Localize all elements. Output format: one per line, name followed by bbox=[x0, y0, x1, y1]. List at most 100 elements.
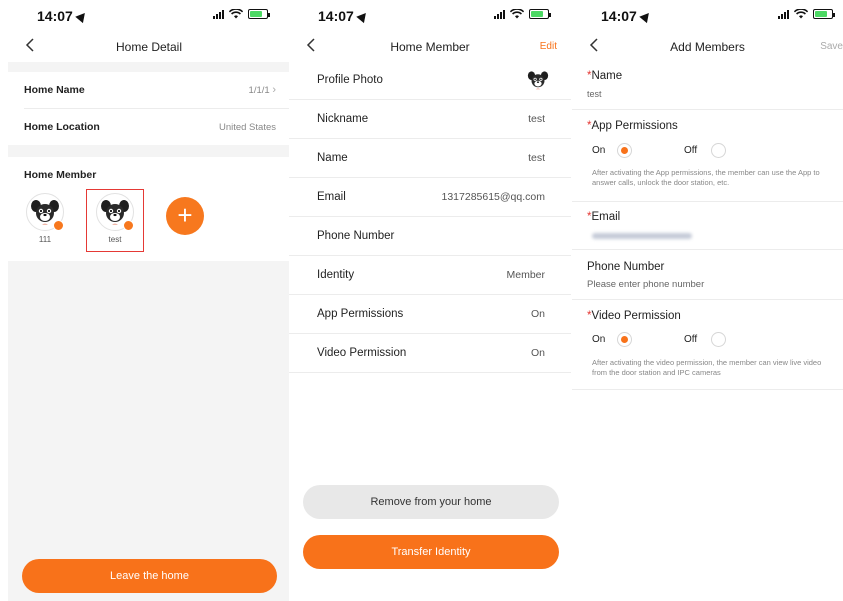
member-badge bbox=[53, 220, 64, 231]
transfer-identity-button[interactable]: Transfer Identity bbox=[303, 535, 559, 569]
battery-icon bbox=[529, 9, 551, 19]
row-label: Video Permission bbox=[317, 347, 407, 359]
home-location-label: Home Location bbox=[24, 121, 100, 133]
name-value: test bbox=[587, 89, 602, 99]
leave-home-button[interactable]: Leave the home bbox=[22, 559, 277, 593]
row-label: App Permissions bbox=[317, 308, 404, 320]
status-time: 14:07 bbox=[601, 8, 637, 24]
status-time: 14:07 bbox=[318, 8, 354, 24]
row-label: Name bbox=[317, 152, 348, 164]
dog-avatar-icon bbox=[527, 71, 549, 90]
chevron-right-icon: › bbox=[272, 84, 276, 96]
video-permission-label: Video Permission bbox=[591, 310, 681, 322]
radio-on-icon[interactable] bbox=[617, 143, 633, 158]
location-arrow-icon bbox=[639, 9, 653, 24]
wifi-icon bbox=[510, 9, 524, 19]
status-time: 14:07 bbox=[37, 8, 73, 24]
blurred-email-value bbox=[592, 233, 692, 239]
video-permission-off-option[interactable]: Off bbox=[684, 332, 727, 347]
avatar bbox=[26, 193, 64, 231]
radio-on-icon[interactable] bbox=[617, 332, 633, 347]
status-bar: 14:07 bbox=[572, 0, 843, 30]
member-badge bbox=[123, 220, 134, 231]
email-field[interactable]: *Email bbox=[572, 202, 843, 250]
app-permission-on-option[interactable]: On bbox=[592, 143, 633, 158]
email-row[interactable]: Email 1317285615@qq.com bbox=[289, 178, 571, 217]
member-item[interactable]: test bbox=[94, 193, 136, 244]
video-permission-row[interactable]: Video Permission On bbox=[289, 334, 571, 373]
name-row[interactable]: Name test bbox=[289, 139, 571, 178]
home-name-label: Home Name bbox=[24, 84, 85, 96]
row-label: Identity bbox=[317, 269, 355, 281]
app-permissions-row[interactable]: App Permissions On bbox=[289, 295, 571, 334]
save-button[interactable]: Save bbox=[820, 41, 843, 52]
signal-icon bbox=[213, 9, 224, 19]
phone-number-input[interactable]: Please enter phone number bbox=[587, 279, 704, 290]
status-bar: 14:07 bbox=[289, 0, 571, 30]
row-label: Email bbox=[317, 191, 346, 203]
row-label: Phone Number bbox=[317, 230, 395, 242]
nav-bar: Add Members Save bbox=[572, 30, 843, 62]
name-field[interactable]: *Name test bbox=[572, 62, 843, 110]
add-member-button[interactable]: + bbox=[166, 197, 204, 235]
member-item[interactable]: 111 bbox=[24, 193, 66, 244]
location-arrow-icon bbox=[75, 9, 89, 24]
wifi-icon bbox=[229, 9, 243, 19]
nav-bar: Home Member Edit bbox=[289, 30, 571, 62]
edit-button[interactable]: Edit bbox=[540, 41, 557, 52]
plus-icon: + bbox=[177, 200, 193, 230]
home-member-screen: 14:07 Home Member Edit Profile Photo Nic… bbox=[289, 0, 571, 601]
app-permission-note: After activating the App permissions, th… bbox=[592, 168, 820, 187]
nickname-row[interactable]: Nickname test bbox=[289, 100, 571, 139]
identity-row[interactable]: Identity Member bbox=[289, 256, 571, 295]
signal-icon bbox=[778, 9, 789, 19]
add-members-screen: 14:07 Add Members Save *Name test *App P… bbox=[572, 0, 843, 601]
signal-icon bbox=[494, 9, 505, 19]
location-arrow-icon bbox=[356, 9, 370, 24]
on-label: On bbox=[592, 145, 606, 156]
home-name-row[interactable]: Home Name 1/1/1 › bbox=[24, 72, 276, 108]
video-permission-field: *Video Permission On Off After activatin… bbox=[572, 300, 843, 390]
page-title: Add Members bbox=[670, 40, 745, 54]
member-name: test bbox=[108, 235, 122, 244]
on-label: On bbox=[592, 334, 606, 345]
row-value: On bbox=[530, 308, 545, 320]
phone-number-label: Phone Number bbox=[587, 261, 665, 273]
remove-from-home-button[interactable]: Remove from your home bbox=[303, 485, 559, 519]
video-permission-note: After activating the video permission, t… bbox=[592, 358, 822, 377]
wifi-icon bbox=[794, 9, 808, 19]
home-detail-screen: 14:07 Home Detail Home Name 1/1/1 › Home… bbox=[8, 0, 290, 601]
page-title: Home Member bbox=[390, 40, 470, 54]
radio-off-icon[interactable] bbox=[711, 332, 727, 347]
phone-number-field[interactable]: Phone Number Please enter phone number bbox=[572, 250, 843, 300]
nav-bar: Home Detail bbox=[8, 30, 290, 62]
battery-icon bbox=[248, 9, 270, 19]
row-value: Member bbox=[506, 269, 545, 281]
home-location-value: United States bbox=[218, 121, 276, 133]
email-label: Email bbox=[591, 211, 621, 223]
profile-photo-row[interactable]: Profile Photo bbox=[289, 61, 571, 100]
home-info-card: Home Name 1/1/1 › Home Location United S… bbox=[8, 72, 290, 145]
off-label: Off bbox=[684, 145, 698, 156]
app-permissions-label: App Permissions bbox=[591, 120, 678, 132]
row-value: test bbox=[528, 113, 545, 125]
home-name-value: 1/1/1 bbox=[248, 85, 270, 96]
row-value: test bbox=[528, 152, 545, 164]
battery-icon bbox=[813, 9, 835, 19]
home-members-card: Home Member 111 test + bbox=[8, 157, 290, 261]
member-name: 111 bbox=[38, 235, 52, 244]
status-bar: 14:07 bbox=[8, 0, 290, 30]
app-permission-off-option[interactable]: Off bbox=[684, 143, 727, 158]
video-permission-on-option[interactable]: On bbox=[592, 332, 633, 347]
row-value: On bbox=[530, 347, 545, 359]
name-label: Name bbox=[591, 70, 623, 82]
row-value: 1317285615@qq.com bbox=[441, 191, 546, 203]
home-location-row[interactable]: Home Location United States bbox=[24, 109, 276, 145]
off-label: Off bbox=[684, 334, 698, 345]
app-permissions-field: *App Permissions On Off After activating… bbox=[572, 110, 843, 202]
radio-off-icon[interactable] bbox=[711, 143, 727, 158]
members-section-title: Home Member bbox=[24, 169, 97, 181]
row-label: Nickname bbox=[317, 113, 369, 125]
phone-number-row[interactable]: Phone Number bbox=[289, 217, 571, 256]
row-label: Profile Photo bbox=[317, 74, 383, 86]
